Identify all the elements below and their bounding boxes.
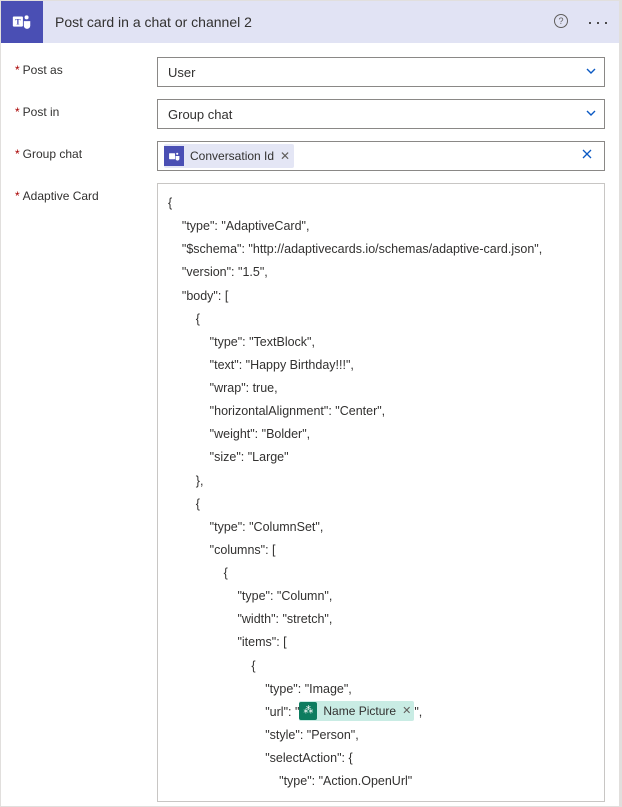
label-group-chat: *Group chat [15, 141, 157, 161]
select-post-in[interactable]: Group chat [157, 99, 605, 129]
clear-icon[interactable] [576, 147, 598, 166]
action-body: *Post as User *Post in Group chat [1, 43, 619, 806]
select-post-as[interactable]: User [157, 57, 605, 87]
action-title: Post card in a chat or channel 2 [43, 14, 543, 30]
token-name-picture[interactable]: ⁂Name Picture✕ [299, 701, 414, 721]
row-group-chat: *Group chat Conversation Id ✕ [15, 141, 605, 171]
token-remove-icon[interactable]: ✕ [402, 701, 411, 721]
row-post-as: *Post as User [15, 57, 605, 87]
teams-icon [164, 146, 184, 166]
teams-icon: T [1, 1, 43, 43]
action-header: T Post card in a chat or channel 2 ? ··· [1, 1, 619, 43]
action-card: T Post card in a chat or channel 2 ? ···… [0, 0, 622, 807]
label-post-in: *Post in [15, 99, 157, 119]
svg-text:T: T [15, 17, 21, 26]
select-post-as-value: User [168, 65, 584, 80]
token-label: Conversation Id [190, 149, 274, 163]
token-conversation-id[interactable]: Conversation Id ✕ [164, 144, 294, 168]
label-post-as: *Post as [15, 57, 157, 77]
more-icon[interactable]: ··· [579, 12, 619, 33]
chevron-down-icon [584, 64, 598, 81]
row-adaptive-card: *Adaptive Card { "type": "AdaptiveCard",… [15, 183, 605, 802]
help-icon[interactable]: ? [543, 13, 579, 32]
variable-icon: ⁂ [299, 702, 317, 720]
chevron-down-icon [584, 106, 598, 123]
svg-text:?: ? [558, 16, 563, 26]
code-editor[interactable]: { "type": "AdaptiveCard", "$schema": "ht… [157, 183, 605, 802]
token-remove-icon[interactable]: ✕ [280, 149, 290, 163]
label-adaptive-card: *Adaptive Card [15, 183, 157, 203]
row-post-in: *Post in Group chat [15, 99, 605, 129]
input-group-chat[interactable]: Conversation Id ✕ [157, 141, 605, 171]
select-post-in-value: Group chat [168, 107, 584, 122]
